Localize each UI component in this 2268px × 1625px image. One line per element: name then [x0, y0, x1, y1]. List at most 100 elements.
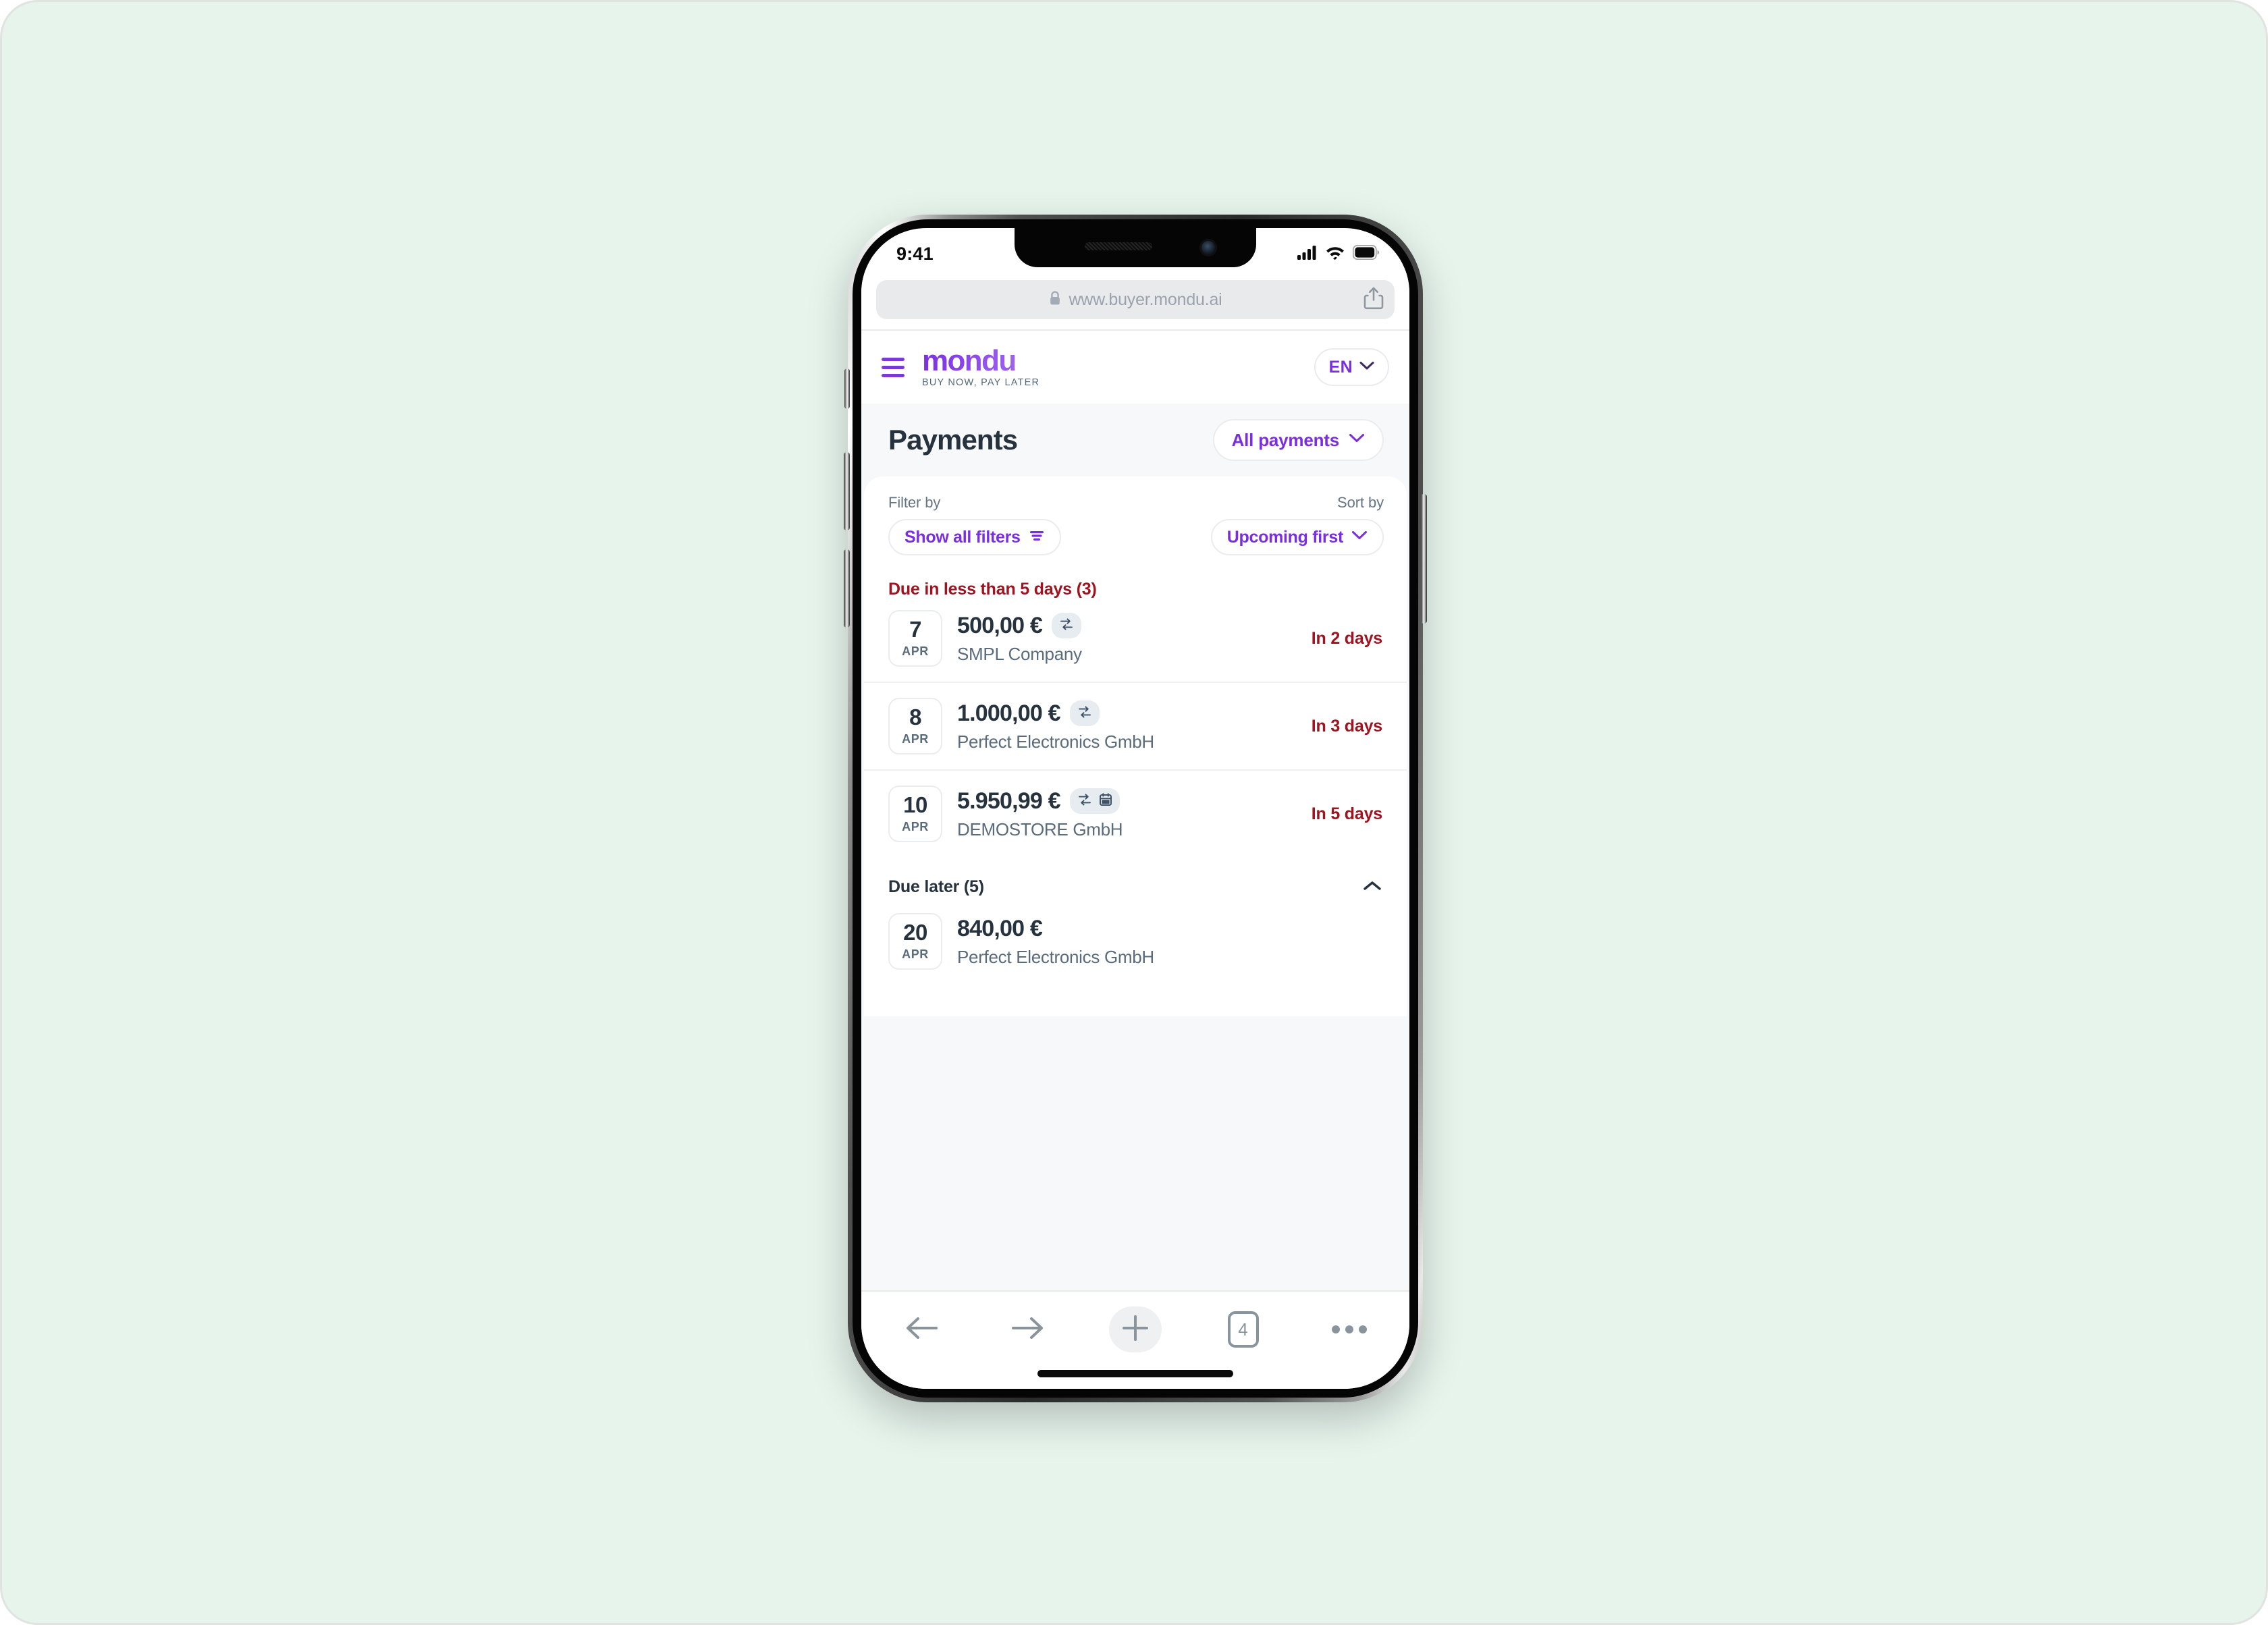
- filter-sort-controls: Filter by Show all filters Sort by Upcom…: [864, 476, 1407, 555]
- brand-name: mondu: [922, 343, 1017, 377]
- date-day: 7: [909, 617, 921, 642]
- device-notch: [1015, 228, 1256, 267]
- earpiece-speaker-icon: [1085, 242, 1152, 250]
- language-code: EN: [1328, 357, 1353, 377]
- home-indicator[interactable]: [1037, 1370, 1233, 1377]
- calendar-icon: [1099, 792, 1112, 810]
- volume-down-button[interactable]: [844, 549, 850, 628]
- table-row[interactable]: 7 APR 500,00 € SMPL Company In 2 days: [864, 603, 1407, 682]
- show-all-filters-label: Show all filters: [905, 527, 1021, 547]
- brand-logo[interactable]: mondu BUY NOW, PAY LATER: [922, 346, 1040, 388]
- payment-scope-selector[interactable]: All payments: [1212, 419, 1384, 461]
- wifi-icon: [1325, 245, 1345, 263]
- arrow-right-icon: [1010, 1315, 1046, 1345]
- date-month: APR: [902, 732, 929, 746]
- front-camera-icon: [1199, 239, 1217, 256]
- date-chip: 10 APR: [888, 786, 942, 842]
- date-day: 20: [903, 920, 927, 945]
- table-row[interactable]: 8 APR 1.000,00 € Perfect Electronics Gmb…: [864, 682, 1407, 769]
- payment-scope-label: All payments: [1231, 429, 1340, 450]
- chevron-down-icon: [1359, 361, 1374, 374]
- repeat-icon: [1077, 792, 1092, 810]
- merchant-name: SMPL Company: [957, 643, 1082, 664]
- sort-caption: Sort by: [1337, 494, 1384, 511]
- share-icon[interactable]: [1364, 286, 1384, 314]
- payment-amount: 500,00 €: [957, 612, 1043, 638]
- section-heading-due-later[interactable]: Due later (5): [864, 857, 1407, 906]
- date-month: APR: [902, 820, 929, 833]
- browser-bottom-toolbar: 4: [861, 1290, 1409, 1389]
- browser-tabs-button[interactable]: 4: [1218, 1309, 1268, 1350]
- payment-details: 840,00 € Perfect Electronics GmbH: [957, 916, 1368, 968]
- amount-line: 1.000,00 €: [957, 700, 1297, 727]
- date-month: APR: [902, 644, 929, 658]
- amount-line: 5.950,99 €: [957, 788, 1297, 815]
- due-status-badge: In 5 days: [1311, 804, 1382, 823]
- volume-up-button[interactable]: [844, 452, 850, 530]
- lock-icon: [1048, 290, 1062, 310]
- sort-selector-label: Upcoming first: [1226, 527, 1344, 547]
- payment-amount: 5.950,99 €: [957, 788, 1061, 814]
- sort-group: Sort by Upcoming first: [1210, 494, 1384, 555]
- payments-card: Filter by Show all filters Sort by Upcom…: [864, 476, 1407, 1016]
- status-bar-time: 9:41: [896, 243, 934, 264]
- sort-selector[interactable]: Upcoming first: [1210, 519, 1384, 555]
- chevron-up-icon[interactable]: [1362, 877, 1382, 897]
- browser-forward-button[interactable]: [1003, 1309, 1053, 1350]
- address-bar[interactable]: www.buyer.mondu.ai: [876, 280, 1395, 319]
- chevron-down-icon: [1349, 433, 1365, 447]
- due-status-badge: In 2 days: [1311, 628, 1382, 648]
- browser-more-button[interactable]: [1324, 1309, 1374, 1350]
- date-chip: 20 APR: [888, 913, 942, 970]
- ellipsis-icon: [1332, 1325, 1367, 1333]
- iphone-device-mockup: 9:41 www.buyer.mondu.ai mondu BUY NOW, P…: [844, 215, 1427, 1402]
- filter-lines-icon: [1029, 530, 1045, 545]
- browser-back-button[interactable]: [896, 1309, 946, 1350]
- address-bar-content: www.buyer.mondu.ai: [1048, 290, 1222, 310]
- web-page-content: mondu BUY NOW, PAY LATER EN Payments All…: [861, 331, 1409, 1290]
- browser-toolbar-buttons: 4: [861, 1292, 1409, 1354]
- battery-icon: [1352, 244, 1380, 263]
- plus-icon: [1120, 1313, 1150, 1346]
- date-chip: 8 APR: [888, 698, 942, 754]
- repeat-icon: [1077, 705, 1092, 723]
- show-all-filters-button[interactable]: Show all filters: [888, 519, 1061, 555]
- power-button[interactable]: [1421, 494, 1427, 624]
- payment-attribute-badges: [1051, 613, 1081, 638]
- browser-url-bar: www.buyer.mondu.ai: [861, 270, 1409, 329]
- payment-attribute-badges: [1069, 700, 1100, 726]
- payment-details: 5.950,99 € DEMOSTORE GmbH: [957, 788, 1297, 840]
- page-title: Payments: [888, 424, 1018, 456]
- merchant-name: Perfect Electronics GmbH: [957, 731, 1154, 752]
- cellular-signal-icon: [1297, 245, 1318, 263]
- payment-details: 500,00 € SMPL Company: [957, 613, 1297, 665]
- silent-switch-button[interactable]: [844, 368, 850, 409]
- merchant-name: DEMOSTORE GmbH: [957, 819, 1123, 839]
- table-row[interactable]: 10 APR 5.950,99 € DEMOSTORE GmbH In 5 da…: [864, 769, 1407, 857]
- address-bar-url: www.buyer.mondu.ai: [1069, 290, 1222, 309]
- wallpaper-canvas: 9:41 www.buyer.mondu.ai mondu BUY NOW, P…: [0, 0, 2268, 1625]
- payment-details: 1.000,00 € Perfect Electronics GmbH: [957, 700, 1297, 752]
- payment-amount: 840,00 €: [957, 915, 1043, 941]
- amount-line: 500,00 €: [957, 613, 1297, 639]
- date-month: APR: [902, 947, 929, 961]
- filter-caption: Filter by: [888, 494, 941, 511]
- date-day: 8: [909, 705, 921, 729]
- payment-amount: 1.000,00 €: [957, 700, 1061, 726]
- section-heading-due-later-label: Due later (5): [888, 877, 984, 896]
- table-row[interactable]: 20 APR 840,00 € Perfect Electronics GmbH: [864, 906, 1407, 985]
- due-status-badge: In 3 days: [1311, 716, 1382, 736]
- hamburger-menu-icon[interactable]: [882, 354, 905, 381]
- merchant-name: Perfect Electronics GmbH: [957, 946, 1154, 967]
- language-selector[interactable]: EN: [1314, 348, 1389, 386]
- status-bar-indicators: [1297, 244, 1380, 263]
- section-heading-due-soon: Due in less than 5 days (3): [888, 580, 1097, 599]
- brand-tagline: BUY NOW, PAY LATER: [922, 377, 1040, 389]
- arrow-left-icon: [904, 1315, 939, 1345]
- date-chip: 7 APR: [888, 610, 942, 667]
- chevron-down-icon: [1351, 530, 1368, 544]
- browser-new-tab-button[interactable]: [1109, 1306, 1162, 1352]
- repeat-icon: [1059, 617, 1074, 635]
- browser-separator: [861, 329, 1409, 331]
- amount-line: 840,00 €: [957, 916, 1368, 942]
